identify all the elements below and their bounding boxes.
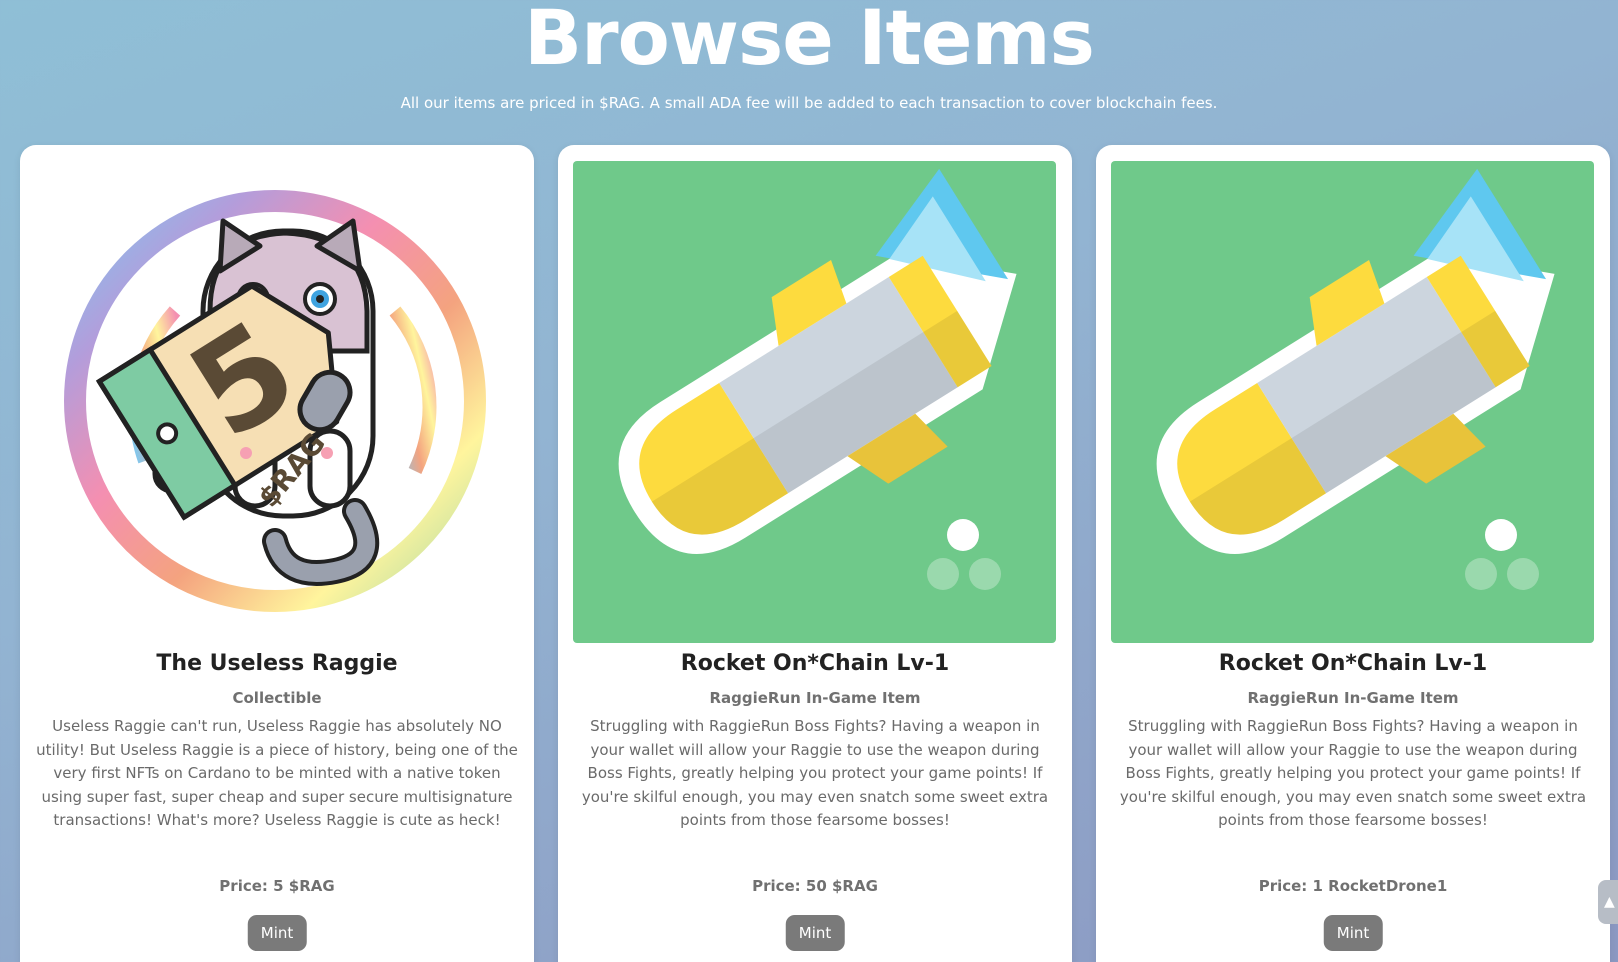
page-subtitle: All our items are priced in $RAG. A smal… bbox=[400, 94, 1218, 112]
item-price: Price: 1 RocketDrone1 bbox=[1258, 877, 1448, 895]
item-category: RaggieRun In-Game Item bbox=[709, 689, 921, 707]
item-title: Rocket On*Chain Lv-1 bbox=[1218, 651, 1488, 676]
item-title: The Useless Raggie bbox=[156, 651, 398, 676]
mint-button[interactable]: Mint bbox=[247, 915, 307, 951]
chevron-up-icon: ▲ bbox=[1604, 894, 1615, 910]
rocket-image bbox=[1111, 161, 1594, 643]
item-card-rocket-rag: Rocket On*Chain Lv-1 RaggieRun In-Game I… bbox=[558, 145, 1072, 962]
item-card-rocket-drone: Rocket On*Chain Lv-1 RaggieRun In-Game I… bbox=[1096, 145, 1610, 962]
item-category: Collectible bbox=[232, 689, 322, 707]
item-card-useless-raggie: 5 $RAG The Useless Raggie Collectible Us… bbox=[20, 145, 534, 962]
raggie-cat-price-tag-image: 5 $RAG bbox=[35, 161, 518, 643]
item-category: RaggieRun In-Game Item bbox=[1247, 689, 1459, 707]
mint-button[interactable]: Mint bbox=[1323, 915, 1383, 951]
item-description: Struggling with RaggieRun Boss Fights? H… bbox=[1119, 717, 1587, 829]
item-description: Struggling with RaggieRun Boss Fights? H… bbox=[581, 717, 1049, 829]
rocket-image bbox=[573, 161, 1056, 643]
item-title: Rocket On*Chain Lv-1 bbox=[680, 651, 950, 676]
item-price: Price: 50 $RAG bbox=[752, 877, 878, 895]
item-price: Price: 5 $RAG bbox=[219, 877, 335, 895]
mint-button[interactable]: Mint bbox=[785, 915, 845, 951]
scroll-to-top-button[interactable]: ▲ bbox=[1598, 880, 1618, 924]
page-title: Browse Items bbox=[524, 0, 1095, 82]
item-description: Useless Raggie can't run, Useless Raggie… bbox=[36, 717, 518, 829]
item-grid: 5 $RAG The Useless Raggie Collectible Us… bbox=[20, 145, 1610, 962]
